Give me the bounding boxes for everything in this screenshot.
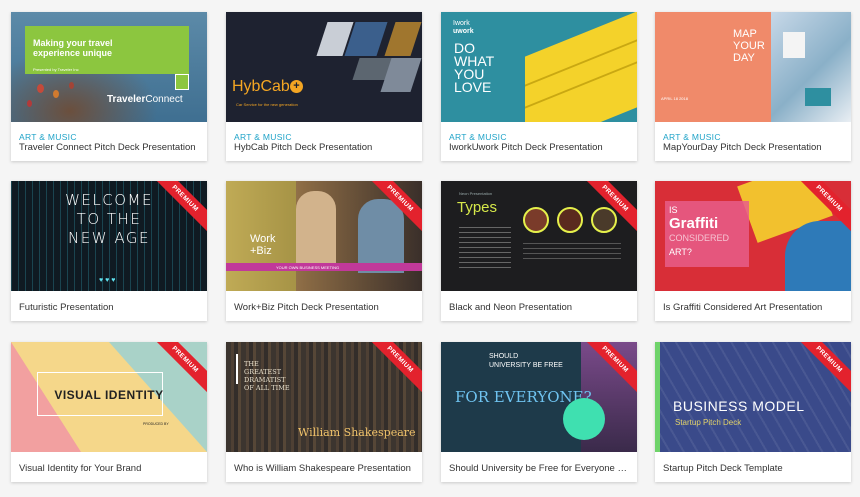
template-card[interactable]: Making your travel experience unique Pre… — [11, 12, 207, 161]
text-lines — [459, 227, 511, 271]
thumb-headline: IS Graffiti CONSIDERED ART? — [669, 205, 730, 257]
template-card[interactable]: VISUAL IDENTITY PRODUCED BY PREMIUM Visu… — [11, 342, 207, 482]
thumb-headline: Making your travel experience unique — [33, 38, 113, 58]
template-title[interactable]: IworkUwork Pitch Deck Presentation — [449, 142, 631, 153]
heart-icon: ♥ ♥ ♥ — [99, 277, 116, 284]
template-thumbnail[interactable]: VISUAL IDENTITY PRODUCED BY PREMIUM — [11, 342, 207, 452]
balloon-icon — [27, 100, 32, 107]
template-grid: Making your travel experience unique Pre… — [11, 12, 851, 492]
thumb-headline: Work +Biz — [250, 233, 276, 257]
template-title[interactable]: Work+Biz Pitch Deck Presentation — [234, 302, 416, 313]
template-title[interactable]: Startup Pitch Deck Template — [663, 463, 845, 474]
accent-circle — [563, 398, 605, 440]
photo-people — [358, 199, 404, 273]
template-card[interactable]: MAP YOUR DAY APRIL 18 2018 ART & MUSIC M… — [655, 12, 851, 161]
thumb-logo: Iwork uwork — [453, 20, 474, 35]
desk-item — [805, 88, 831, 106]
text-lines — [523, 243, 621, 263]
thumb-brand: HybCab — [232, 78, 290, 95]
thumb-headline: MAP YOUR DAY — [733, 28, 765, 64]
neon-circle — [591, 207, 617, 233]
template-thumbnail[interactable]: Making your travel experience unique Pre… — [11, 12, 207, 122]
desk-item — [783, 32, 805, 58]
photo-collage — [384, 22, 422, 56]
thumb-headline: DO WHAT YOU LOVE — [454, 40, 495, 95]
template-card[interactable]: THE GREATEST DRAMATIST OF ALL TIME Willi… — [226, 342, 422, 482]
category-label: ART & MUSIC — [19, 132, 77, 142]
thumb-sub: Startup Pitch Deck — [675, 418, 742, 427]
template-title[interactable]: HybCab Pitch Deck Presentation — [234, 142, 416, 153]
thumb-headline: Types — [457, 199, 498, 216]
balloon-icon — [37, 84, 44, 93]
thumb-name: William Shakespeare — [298, 426, 416, 439]
template-thumbnail[interactable]: HybCab + Car Service for the new generat… — [226, 12, 422, 122]
template-title[interactable]: Who is William Shakespeare Presentation — [234, 463, 416, 474]
template-card[interactable]: Work +Biz YOUR OWN BUSINESS MEETING PREM… — [226, 181, 422, 321]
neon-circle — [523, 207, 549, 233]
template-card[interactable]: BUSINESS MODEL Startup Pitch Deck PREMIU… — [655, 342, 851, 482]
thumb-headline: BUSINESS MODEL — [673, 398, 805, 414]
thumb-headline: THE GREATEST DRAMATIST OF ALL TIME — [244, 360, 290, 392]
balloon-icon — [53, 90, 59, 98]
accent-bar — [236, 354, 238, 384]
template-title[interactable]: MapYourDay Pitch Deck Presentation — [663, 142, 845, 153]
template-thumbnail[interactable]: Neon Presentation Types PREMIUM — [441, 181, 637, 291]
template-card[interactable]: HybCab + Car Service for the new generat… — [226, 12, 422, 161]
category-label: ART & MUSIC — [234, 132, 292, 142]
category-label: ART & MUSIC — [663, 132, 721, 142]
template-title[interactable]: Should University be Free for Everyone P… — [449, 463, 631, 474]
plus-icon: + — [290, 80, 303, 93]
template-thumbnail[interactable]: Work +Biz YOUR OWN BUSINESS MEETING PREM… — [226, 181, 422, 291]
thumb-headline: SHOULD UNIVERSITY BE FREE — [489, 353, 563, 369]
template-thumbnail[interactable]: SHOULD UNIVERSITY BE FREE FOR EVERYONE? … — [441, 342, 637, 452]
template-thumbnail[interactable]: Iwork uwork DO WHAT YOU LOVE — [441, 12, 637, 122]
template-title[interactable]: Futuristic Presentation — [19, 302, 201, 313]
neon-circle — [557, 207, 583, 233]
template-thumbnail[interactable]: BUSINESS MODEL Startup Pitch Deck PREMIU… — [655, 342, 851, 452]
thumb-sub: PRODUCED BY — [143, 422, 169, 426]
balloon-icon — [69, 82, 74, 89]
template-card[interactable]: Iwork uwork DO WHAT YOU LOVE ART & MUSIC … — [441, 12, 637, 161]
template-title[interactable]: Black and Neon Presentation — [449, 302, 631, 313]
template-thumbnail[interactable]: IS Graffiti CONSIDERED ART? PREMIUM — [655, 181, 851, 291]
category-label: ART & MUSIC — [449, 132, 507, 142]
graffiti-shape — [785, 221, 851, 291]
template-thumbnail[interactable]: THE GREATEST DRAMATIST OF ALL TIME Willi… — [226, 342, 422, 452]
template-title[interactable]: Traveler Connect Pitch Deck Presentation — [19, 142, 201, 153]
thumb-headline: VISUAL IDENTITY — [54, 388, 164, 402]
thumb-brand: TravelerConnect — [107, 94, 183, 105]
template-card[interactable]: SHOULD UNIVERSITY BE FREE FOR EVERYONE? … — [441, 342, 637, 482]
accent-bar — [655, 342, 660, 452]
template-thumbnail[interactable]: WELCOME TO THE NEW AGE ♥ ♥ ♥ PREMIUM — [11, 181, 207, 291]
template-card[interactable]: IS Graffiti CONSIDERED ART? PREMIUM Is G… — [655, 181, 851, 321]
template-card[interactable]: Neon Presentation Types PREMIUM Black an… — [441, 181, 637, 321]
photo-people — [296, 191, 336, 271]
template-card[interactable]: WELCOME TO THE NEW AGE ♥ ♥ ♥ PREMIUM Fut… — [11, 181, 207, 321]
template-title[interactable]: Visual Identity for Your Brand — [19, 463, 201, 474]
luggage-icon — [175, 74, 189, 90]
template-thumbnail[interactable]: MAP YOUR DAY APRIL 18 2018 — [655, 12, 851, 122]
template-title[interactable]: Is Graffiti Considered Art Presentation — [663, 302, 845, 313]
